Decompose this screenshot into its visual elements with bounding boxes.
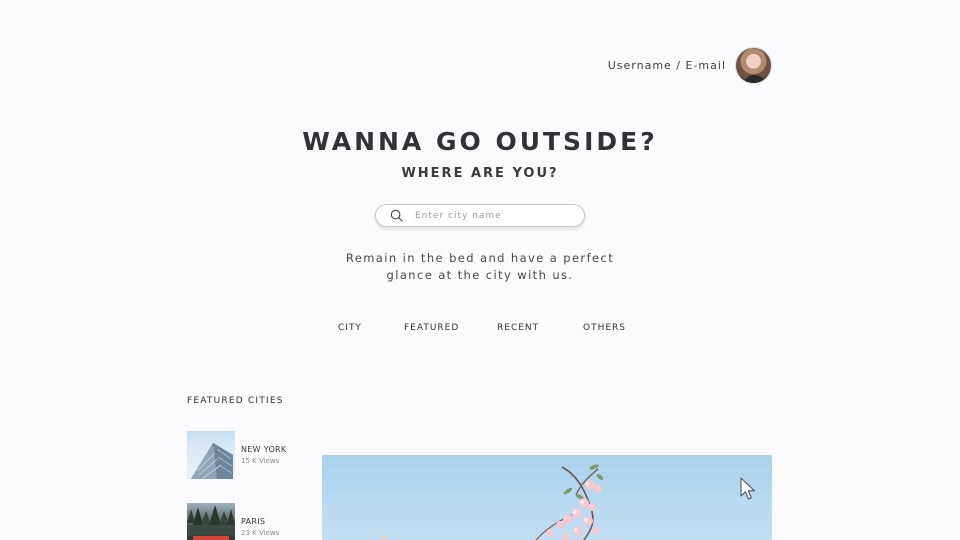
cherry-blossom-icon — [381, 464, 604, 540]
paris-thumbnail[interactable] — [187, 503, 235, 540]
tab-city[interactable]: CITY — [338, 323, 362, 333]
city-views: 23 K Views — [241, 529, 280, 537]
city-card-paris[interactable]: PARIS 23 K Views — [187, 503, 279, 540]
featured-city-image[interactable] — [322, 455, 772, 540]
forest-icon — [187, 505, 235, 540]
tab-others[interactable]: OTHERS — [583, 323, 626, 333]
page-subtitle: WHERE ARE YOU? — [401, 166, 559, 181]
page-title: WANNA GO OUTSIDE? — [302, 127, 658, 156]
city-search-input[interactable] — [415, 210, 565, 221]
tagline: Remain in the bed and have a perfect gla… — [0, 250, 960, 284]
user-login-label[interactable]: Username / E-mail — [608, 59, 726, 72]
tab-recent[interactable]: RECENT — [497, 323, 539, 333]
tagline-line-1: Remain in the bed and have a perfect — [345, 251, 615, 265]
city-name[interactable]: PARIS — [241, 517, 279, 526]
category-tabs: CITY FEATURED RECENT OTHERS — [0, 323, 960, 337]
search-box[interactable] — [375, 204, 585, 227]
new-york-meta: NEW YORK 15 K Views — [241, 431, 286, 479]
tagline-line-2: glance at the city with us. — [386, 268, 574, 282]
city-views: 15 K Views — [241, 457, 280, 465]
mouse-pointer-icon — [740, 477, 756, 500]
tab-featured[interactable]: FEATURED — [404, 323, 459, 333]
paris-meta: PARIS 23 K Views — [241, 503, 279, 540]
user-avatar[interactable] — [735, 47, 772, 84]
city-name[interactable]: NEW YORK — [241, 445, 286, 454]
new-york-thumbnail[interactable] — [187, 431, 235, 479]
search-icon[interactable] — [390, 209, 403, 222]
building-icon — [191, 443, 233, 479]
featured-cities-heading: FEATURED CITIES — [187, 396, 284, 406]
city-card-new-york[interactable]: NEW YORK 15 K Views — [187, 431, 286, 479]
user-area[interactable]: Username / E-mail — [608, 47, 772, 84]
